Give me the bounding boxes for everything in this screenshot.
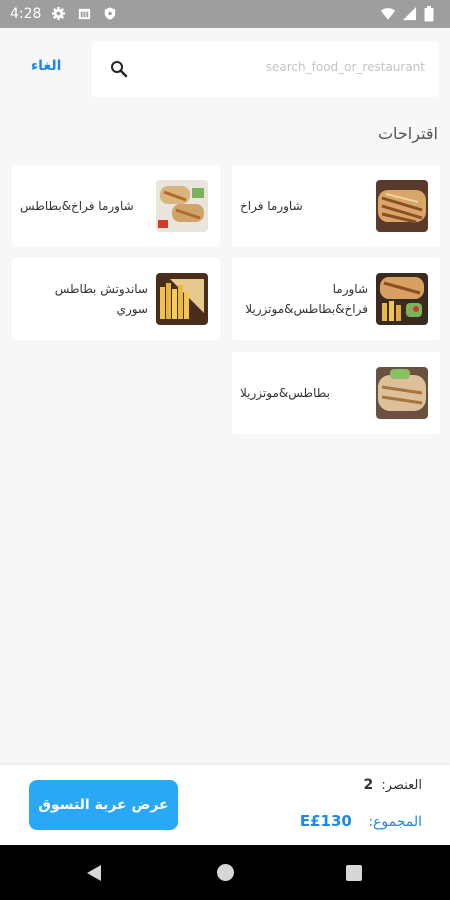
suggestion-label: شاورما فراخ [240, 199, 303, 213]
recents-icon[interactable] [346, 865, 362, 881]
battery-icon [424, 6, 440, 22]
status-time: 4:28 [10, 6, 42, 22]
view-cart-button[interactable]: عرض عربة التسوق [29, 780, 178, 830]
items-label: العنصر: [381, 778, 422, 793]
food-image [156, 273, 208, 325]
total-label: المجموع: [368, 814, 422, 830]
suggestion-card[interactable]: شاورما فراخ&بطاطس&موتزريلا [232, 258, 440, 340]
suggestions-title: اقتراحات [377, 124, 438, 143]
food-image [156, 180, 208, 232]
search-icon [110, 60, 128, 78]
suggestion-card[interactable]: شاورما فراخ [232, 165, 440, 247]
cancel-link[interactable]: الغاء [31, 58, 61, 74]
home-icon[interactable] [217, 864, 234, 881]
total-amount: E£130 [299, 812, 352, 830]
back-icon[interactable] [85, 864, 103, 882]
suggestion-card[interactable]: بطاطس&موتزريلا [232, 352, 440, 434]
search-placeholder: search_food_or_restaurant [265, 60, 425, 74]
wifi-icon [380, 6, 396, 22]
suggestion-card[interactable]: شاورما فراخ&بطاطس [12, 165, 220, 247]
gear-icon [51, 6, 67, 22]
search-input[interactable]: search_food_or_restaurant [92, 41, 439, 97]
cart-items-summary: العنصر: 2 [364, 777, 422, 793]
suggestion-label: شاورما فراخ&بطاطس [20, 199, 134, 213]
cart-bar: العنصر: 2 المجموع: E£130 عرض عربة التسوق [0, 765, 450, 845]
status-bar: 4:28 [0, 0, 450, 28]
sim-icon [77, 6, 93, 22]
signal-icon [402, 6, 418, 22]
items-count: 2 [363, 777, 374, 793]
cart-total-summary: المجموع: E£130 [300, 812, 422, 830]
suggestion-label: ساندوتش بطاطس سوري [54, 282, 148, 316]
suggestion-label: بطاطس&موتزريلا [240, 386, 330, 400]
food-image [376, 180, 428, 232]
food-image [376, 367, 428, 419]
suggestion-card[interactable]: ساندوتش بطاطس سوري [12, 258, 220, 340]
shield-icon [103, 6, 119, 22]
suggestion-label: شاورما فراخ&بطاطس&موتزريلا [245, 282, 368, 316]
navigation-bar [0, 845, 450, 900]
food-image [376, 273, 428, 325]
